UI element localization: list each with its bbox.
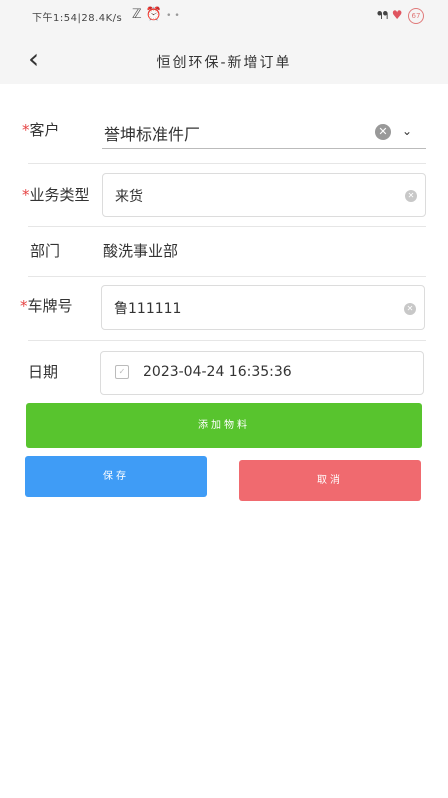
- divider: [28, 340, 426, 341]
- clear-icon[interactable]: ✕: [375, 124, 391, 140]
- status-time: 下午1:54|28.4K/s: [32, 13, 123, 24]
- department-label: 部门: [30, 242, 61, 260]
- divider: [28, 276, 426, 277]
- battery-icon: 67: [408, 8, 424, 24]
- customer-underline: [102, 148, 426, 149]
- nav-bar: ‹ 恒创环保-新增订单: [0, 38, 448, 84]
- business-type-field[interactable]: 来货 ✕: [102, 173, 426, 217]
- status-icons: ℤ ⏰ • •: [132, 7, 180, 22]
- plate-field[interactable]: 鲁111111 ✕: [101, 285, 425, 330]
- alarm-icon: ⏰: [145, 7, 163, 22]
- cancel-button[interactable]: 取消: [239, 460, 421, 501]
- signal-icon: ᖳᖳ: [376, 9, 389, 22]
- plate-label: *车牌号: [20, 297, 73, 315]
- chevron-down-icon[interactable]: ⌄: [402, 124, 412, 138]
- divider: [28, 163, 426, 164]
- date-label: 日期: [28, 363, 59, 381]
- customer-select[interactable]: 誉坤标准件厂: [104, 121, 200, 145]
- customer-label: *客户: [22, 121, 60, 139]
- department-value: 酸洗事业部: [103, 242, 179, 260]
- add-material-button[interactable]: 添加物料: [26, 403, 422, 448]
- status-right: ᖳᖳ ♥ 67: [377, 8, 424, 24]
- page-title: 恒创环保-新增订单: [156, 55, 292, 71]
- heart-icon: ♥: [391, 8, 403, 22]
- mute-icon: ℤ: [132, 7, 142, 22]
- clear-icon[interactable]: ✕: [404, 303, 416, 315]
- clear-icon[interactable]: ✕: [405, 190, 417, 202]
- status-bar: 下午1:54|28.4K/s ℤ ⏰ • • ᖳᖳ ♥ 67: [0, 0, 448, 38]
- calendar-icon: ✓: [115, 365, 129, 379]
- divider: [28, 226, 426, 227]
- more-dots-icon: • •: [166, 11, 180, 21]
- business-type-label: *业务类型: [22, 186, 90, 204]
- save-button[interactable]: 保存: [25, 456, 207, 497]
- date-field[interactable]: ✓ 2023-04-24 16:35:36: [100, 351, 424, 395]
